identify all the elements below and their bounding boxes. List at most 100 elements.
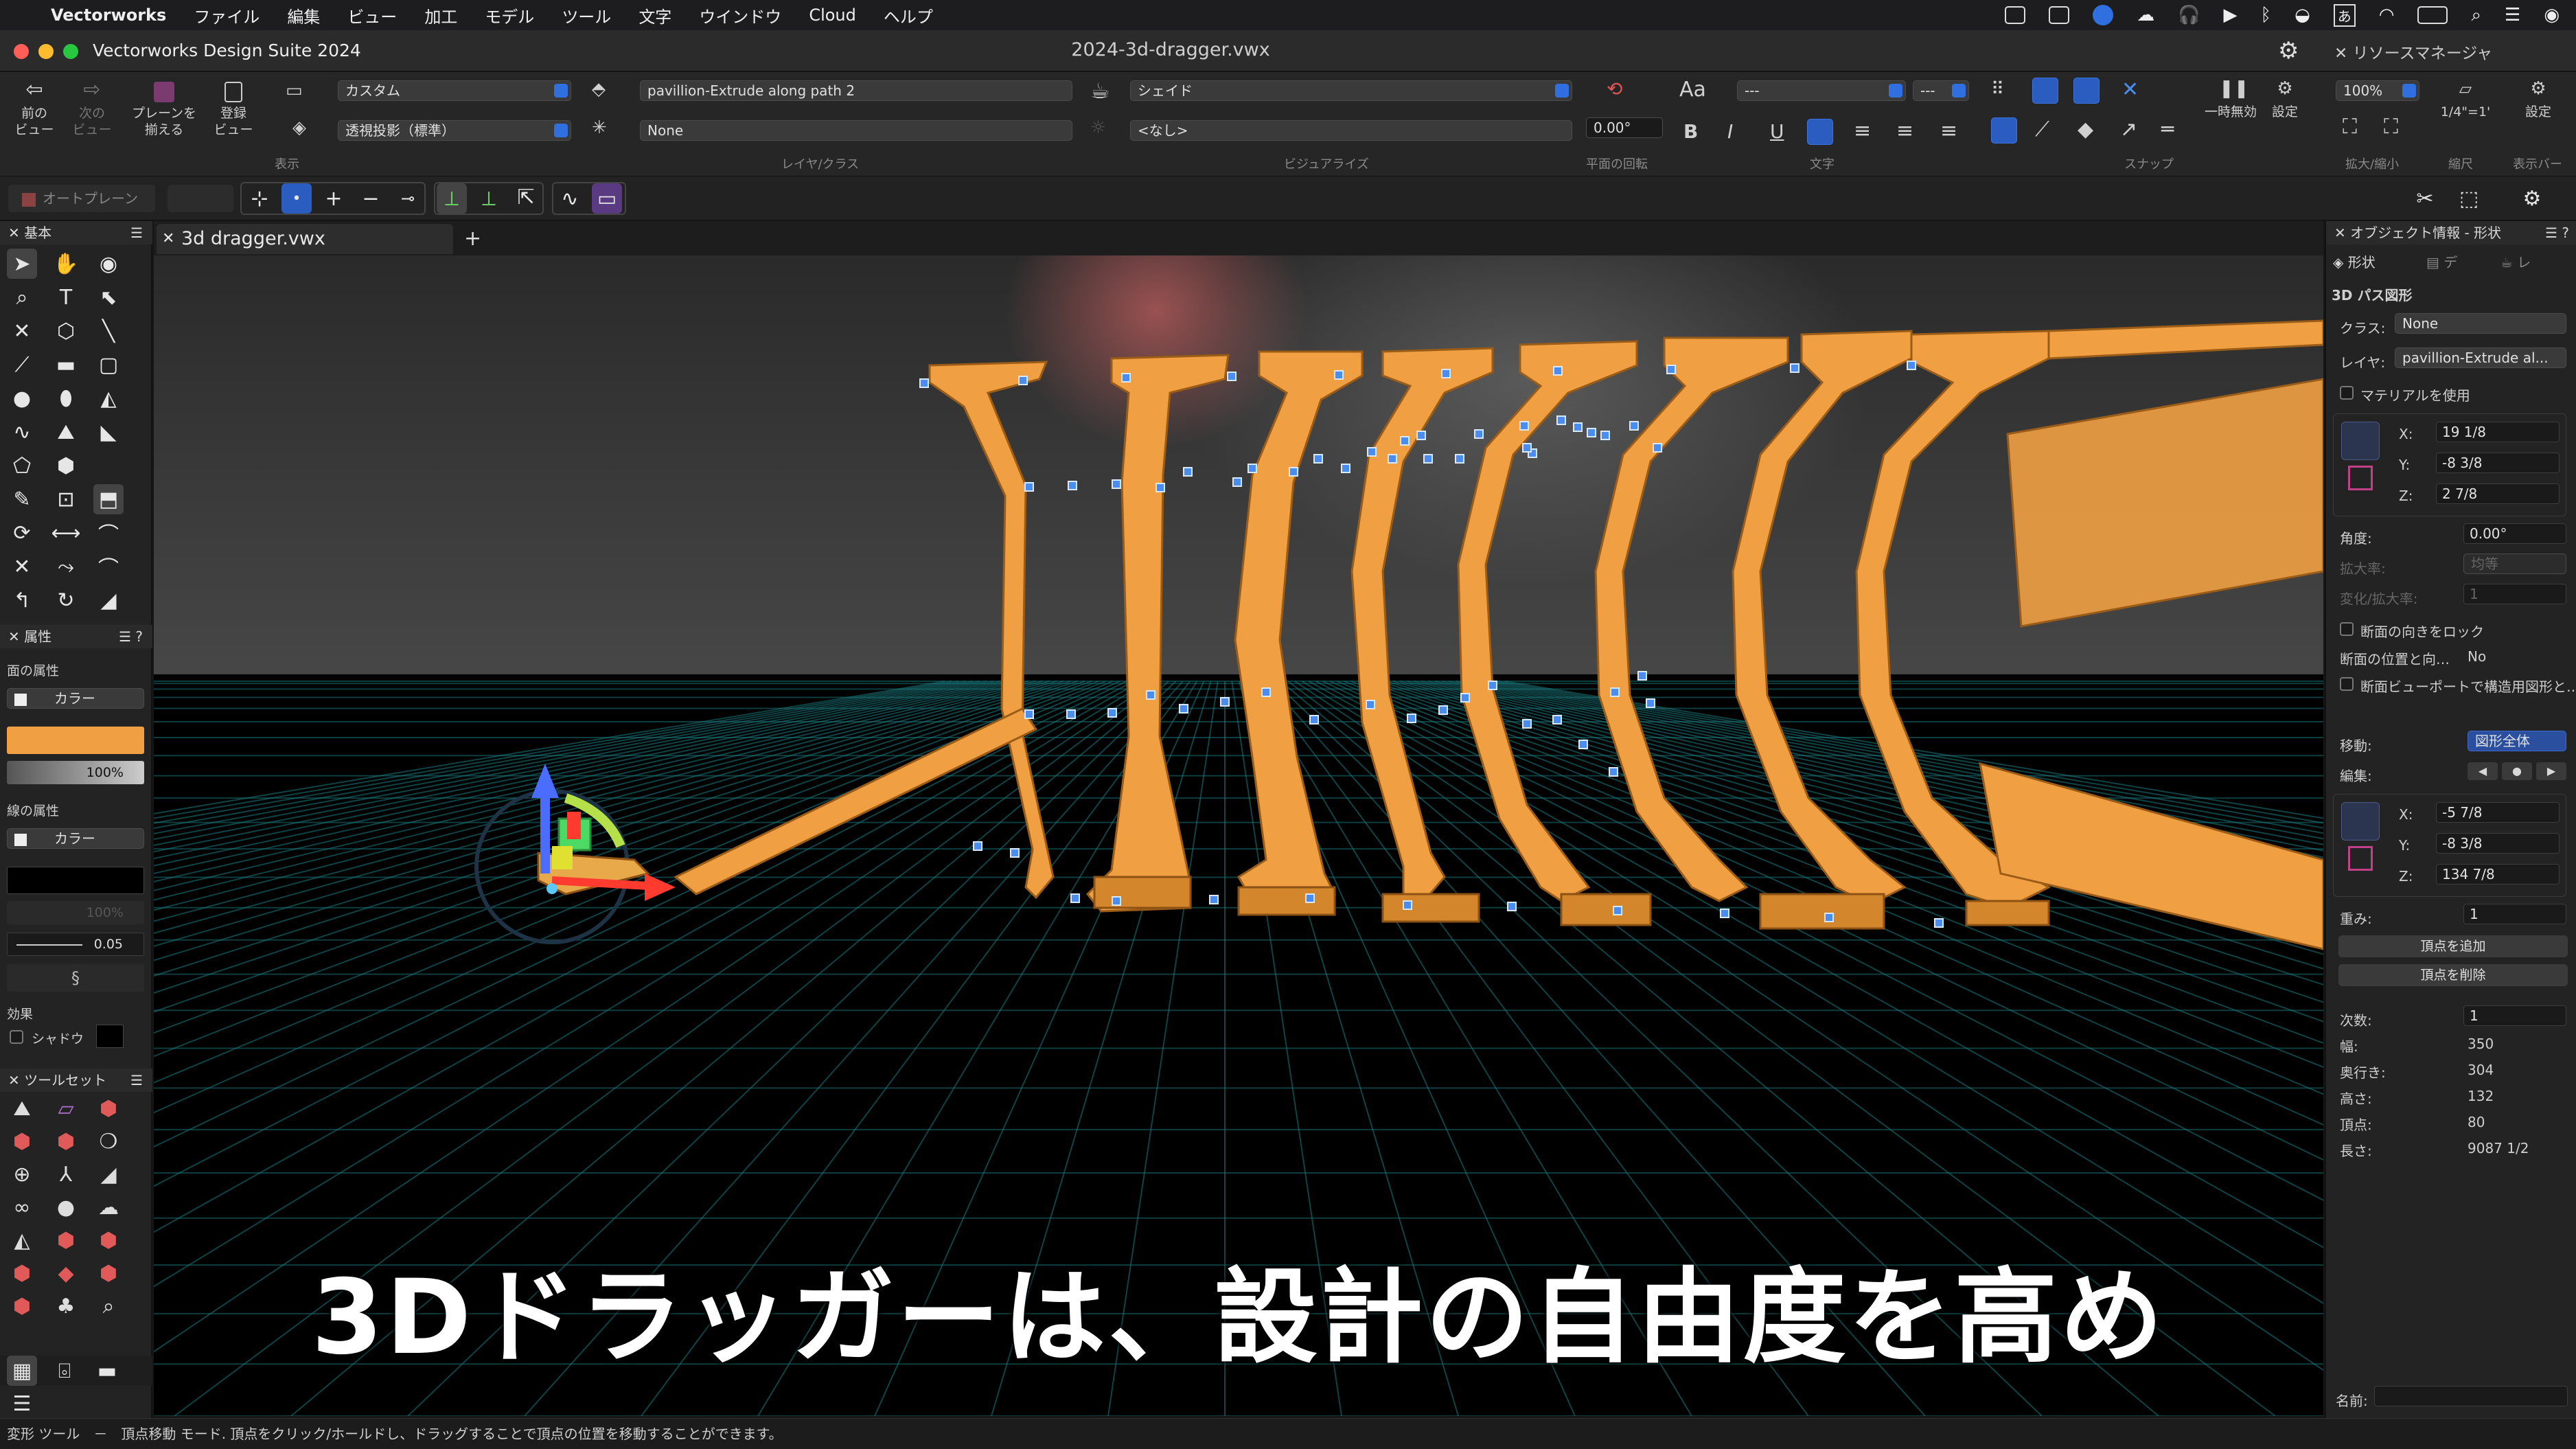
vertex-handle[interactable] (1024, 482, 1034, 492)
toolset-tool-11-icon[interactable]: ● (51, 1192, 81, 1222)
class-dropdown[interactable]: None (2395, 313, 2566, 334)
snap-intersection-icon[interactable]: ✕ (2121, 78, 2139, 102)
line-type-dropdown[interactable]: カラー (7, 828, 144, 849)
layer-dropdown[interactable]: pavillion-Extrude al... (2395, 347, 2566, 368)
autoplane-button[interactable]: オートプレーン (8, 185, 155, 212)
clip-tool-icon[interactable]: ↻ (51, 585, 81, 615)
vertex-handle[interactable] (1070, 893, 1080, 903)
align-plane-button[interactable]: プレーンを 揃える (126, 82, 202, 138)
airplay-icon[interactable]: ◒ (2295, 5, 2310, 25)
split-tool-icon[interactable]: ✕ (7, 551, 37, 582)
toolset-tool-10-icon[interactable]: ∞ (7, 1192, 37, 1222)
vertex-handle[interactable] (1400, 436, 1410, 446)
vertex-handle[interactable] (1790, 363, 1799, 373)
hide-vertex-icon[interactable]: ⊸ (393, 183, 423, 214)
vertex-handle[interactable] (1367, 447, 1377, 457)
move-vertex-selected-icon[interactable]: • (281, 183, 312, 214)
vertex-handle[interactable] (1934, 918, 1944, 928)
render-mode-dropdown[interactable]: シェイド (1130, 80, 1572, 101)
mirror-tool-icon[interactable]: ⟷ (51, 518, 81, 548)
info-icon[interactable] (2093, 5, 2114, 25)
vertex-handle[interactable] (1629, 421, 1639, 431)
line-tool-icon[interactable]: ╲ (93, 316, 124, 346)
fill-opacity-field[interactable]: 100% (7, 761, 144, 784)
lock-section-checkbox[interactable] (2340, 622, 2354, 636)
vertex-handle[interactable] (1407, 714, 1416, 723)
toolset-tool-15-icon[interactable]: ⬢ (93, 1225, 124, 1255)
pan-tool-icon[interactable]: ✋ (51, 249, 81, 279)
circle-tool-icon[interactable]: ● (7, 383, 37, 413)
vertex-handle[interactable] (1183, 467, 1193, 477)
polygon-tool-icon[interactable]: ◭ (93, 383, 124, 413)
tab-render[interactable]: ☕ レ (2500, 251, 2531, 271)
flyover-icon[interactable]: ✂ (2410, 183, 2440, 214)
wifi-icon[interactable]: ◠ (2379, 5, 2395, 25)
menu-file[interactable]: ファイル (194, 3, 260, 27)
vertex-x-field[interactable]: -5 7/8 (2436, 802, 2560, 823)
help-icon[interactable]: ☰ ? (2545, 221, 2569, 244)
vertex-handle[interactable] (1441, 369, 1451, 378)
document-tab[interactable]: ✕ 3d dragger.vwx (157, 224, 453, 254)
vertex-handle[interactable] (1552, 715, 1562, 724)
x-axis-arrow[interactable] (551, 876, 649, 890)
toolset-tool-18-icon[interactable]: ⬢ (93, 1258, 124, 1288)
vertex-handle[interactable] (1519, 421, 1529, 431)
menu-tools[interactable]: ツール (562, 3, 611, 27)
tab-data[interactable]: ▤ デ (2426, 251, 2457, 271)
vertex-handle[interactable] (1553, 366, 1563, 376)
scale-dropdown[interactable]: 均等 (2463, 554, 2566, 574)
line2-tool-icon[interactable]: ⟋ (7, 350, 37, 380)
menu-cloud[interactable]: Cloud (809, 5, 856, 25)
menu-modify[interactable]: 加工 (424, 3, 457, 27)
align-right-icon[interactable]: ≡ (1896, 119, 1913, 143)
menu-text[interactable]: 文字 (639, 3, 671, 27)
menu-help[interactable]: ヘルプ (884, 3, 933, 27)
camera-icon[interactable] (2049, 6, 2070, 24)
plane-drag-handle-yellow[interactable] (552, 846, 573, 869)
vertex-handle[interactable] (1610, 687, 1620, 697)
underline-button[interactable]: U (1770, 120, 1784, 143)
toolset-tab-detail-icon[interactable]: ▬ (92, 1356, 122, 1386)
toolset-tool-16-icon[interactable]: ⬢ (7, 1258, 37, 1288)
rounded-rect-tool-icon[interactable]: ▢ (93, 350, 124, 380)
search-icon[interactable]: ⌕ (2471, 5, 2481, 26)
next-vertex-button[interactable]: ▶ (2536, 762, 2566, 780)
snap-object-button[interactable] (2032, 78, 2058, 104)
vertex-handle[interactable] (919, 378, 929, 388)
pushpull-tool-icon[interactable]: ⬡ (51, 316, 81, 346)
chamfer-tool-icon[interactable]: ◢ (93, 585, 124, 615)
vertex-handle[interactable] (1309, 715, 1319, 724)
vertex-handle[interactable] (1653, 443, 1662, 453)
standard-view-dropdown[interactable]: カスタム (338, 80, 571, 101)
vertex-type-bezier-icon[interactable]: ⟂ (474, 183, 504, 214)
next-view-button[interactable]: ⇨ 次の ビュー (66, 80, 118, 138)
arrowhead-field[interactable]: § (7, 964, 144, 992)
vertex-handle[interactable] (1261, 687, 1271, 697)
play-icon[interactable]: ▶ (2223, 5, 2237, 25)
vertex-handle[interactable] (1573, 422, 1583, 432)
vertex-handle[interactable] (1289, 467, 1298, 477)
section-viewport-checkbox[interactable] (2340, 677, 2354, 691)
font-icon[interactable]: Aa (1679, 78, 1706, 102)
red-handle[interactable] (567, 812, 581, 839)
menu-window[interactable]: ウインドウ (699, 3, 781, 27)
vertex-handle[interactable] (973, 841, 982, 851)
snap-surface-icon[interactable]: ◆ (2078, 117, 2093, 141)
help-icon[interactable]: ☰ ? (119, 625, 143, 648)
eyedropper-tool-icon[interactable]: ✎ (7, 484, 37, 514)
vertex-grid-icon[interactable] (2348, 846, 2373, 871)
fit-objects-icon[interactable]: ⛶ (2384, 115, 2398, 139)
working-plane-button[interactable] (168, 185, 233, 212)
siri-icon[interactable]: ◉ (2544, 5, 2560, 25)
vertex-handle[interactable] (1334, 370, 1344, 380)
y-field[interactable]: -8 3/8 (2436, 453, 2560, 473)
class-dropdown[interactable]: None (640, 120, 1072, 141)
shadow-color-swatch[interactable] (96, 1025, 124, 1048)
fillet-tool-icon[interactable]: ⌒ (93, 518, 124, 548)
transform-tool-icon[interactable]: ⬒ (93, 484, 124, 514)
toolset-tool-7-icon[interactable]: ⊕ (7, 1159, 37, 1189)
zoom-dropdown[interactable]: 100% (2336, 80, 2419, 101)
saved-view-button[interactable]: 登録 ビュー (209, 82, 258, 138)
vertex-handle[interactable] (1416, 431, 1426, 440)
fill-color-swatch[interactable] (7, 727, 144, 754)
